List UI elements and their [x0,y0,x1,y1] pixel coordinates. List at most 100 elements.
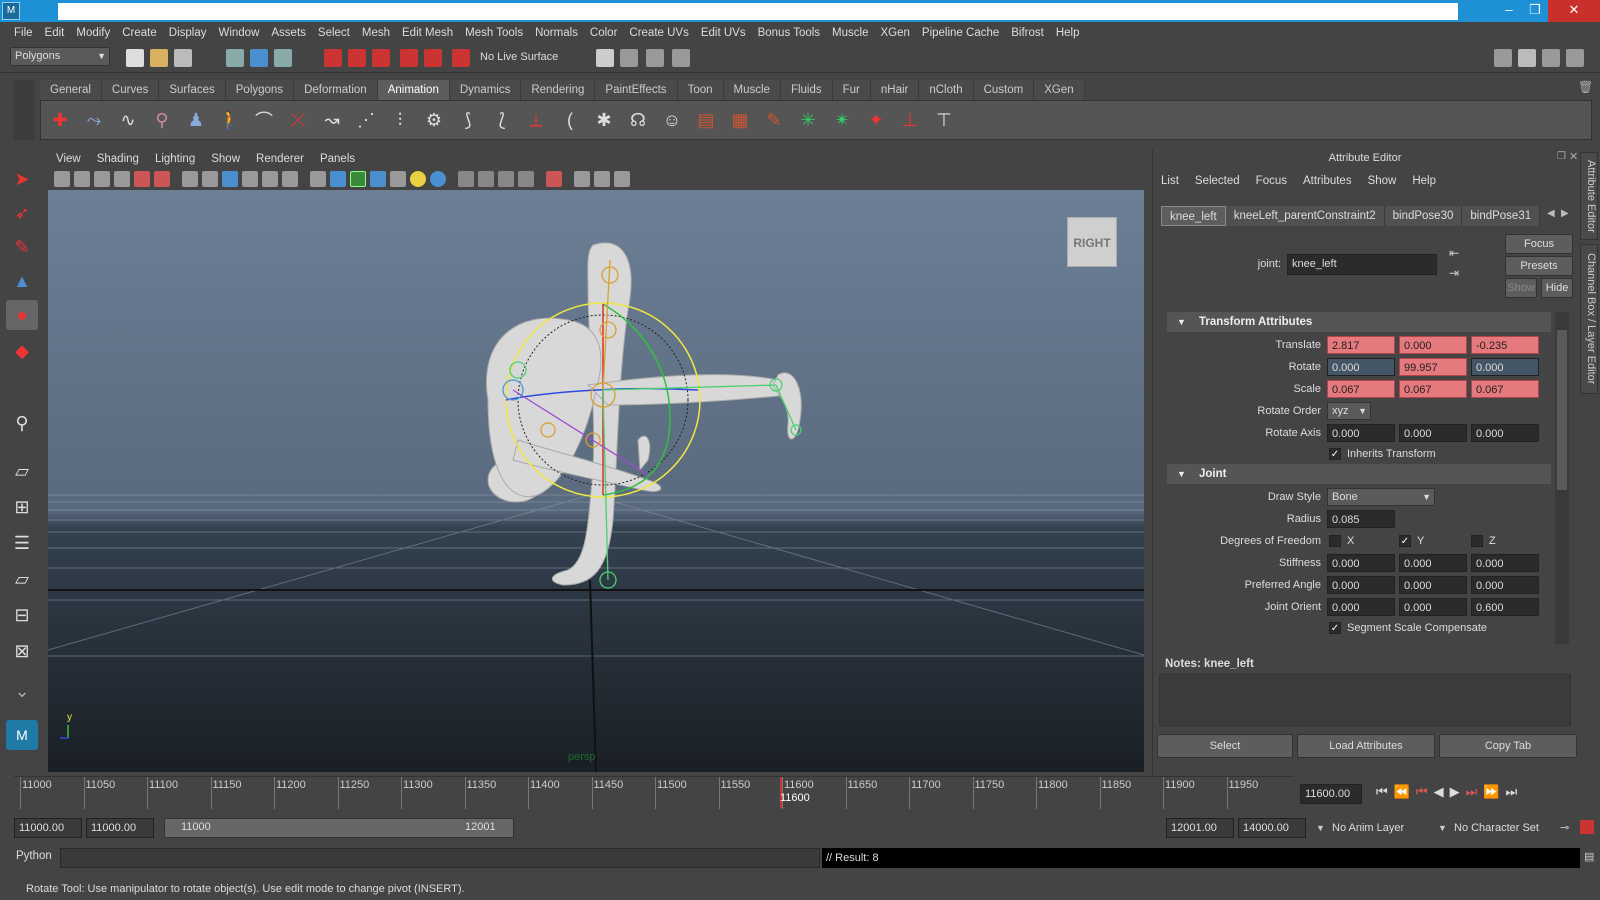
select-button[interactable]: Select [1157,734,1293,758]
snap-surface-icon[interactable] [424,49,442,67]
vp-menu-view[interactable]: View [48,150,89,168]
attribute-editor-toggle-icon[interactable] [1518,49,1536,67]
select-hierarchy-icon[interactable] [226,49,244,67]
menu-display[interactable]: Display [163,27,213,39]
rotate-axis-x-field[interactable]: 0.000 [1327,424,1395,442]
shelf-tab-custom[interactable]: Custom [973,80,1035,100]
menu-bifrost[interactable]: Bifrost [1005,27,1050,39]
camera-select-icon[interactable] [54,171,70,187]
presets-button[interactable]: Presets [1505,256,1573,276]
shelf-tab-rendering[interactable]: Rendering [521,80,596,100]
input-connection-icon[interactable]: ⇤ [1449,246,1459,260]
xray-joints-icon[interactable] [350,171,366,187]
output-connection-icon[interactable]: ⇥ [1449,266,1459,280]
anim-start-field[interactable]: 11000.00 [86,818,154,838]
film-gate-icon[interactable] [154,171,170,187]
isolate-select-icon[interactable] [546,171,562,187]
notes-textarea[interactable] [1159,674,1571,726]
parent-constraint-icon[interactable]: ⊥ [897,105,923,135]
new-scene-icon[interactable] [126,49,144,67]
smooth-shade-icon[interactable] [330,171,346,187]
menu-color[interactable]: Color [584,27,623,39]
joint-tool-icon[interactable]: ⌒ [251,105,277,135]
wireframe-shaded-icon[interactable] [310,171,326,187]
menu-normals[interactable]: Normals [529,27,584,39]
viewport-persp[interactable]: persp y [48,190,1144,772]
preferred-angle-y-field[interactable]: 0.000 [1399,576,1467,594]
joint-section[interactable]: ▼ Joint [1167,464,1551,484]
copy-tab-button[interactable]: Copy Tab [1439,734,1577,758]
motion-blur-icon[interactable] [478,171,494,187]
anti-alias-icon[interactable] [498,171,514,187]
depth-of-field-icon[interactable] [518,171,534,187]
wireframe-icon[interactable] [262,171,278,187]
viewcube[interactable]: RIGHT [1067,217,1117,267]
safe-title-icon[interactable] [242,171,258,187]
tab-scroll-left-icon[interactable]: ◀ [1547,208,1555,219]
preferences-icon[interactable] [1580,820,1594,834]
translate-x-field[interactable]: 2.817 [1327,336,1395,354]
ik-handle-icon[interactable]: ⤳ [81,105,107,135]
bind-skin-icon[interactable]: ⟆ [455,105,481,135]
remove-joint-icon[interactable]: ⋰ [353,105,379,135]
step-back-frame-icon[interactable]: ⏪ [1394,784,1410,804]
resolution-gate-icon[interactable] [202,171,218,187]
select-component-icon[interactable] [274,49,292,67]
shelf-tab-dynamics[interactable]: Dynamics [449,80,522,100]
xray-icon[interactable] [430,171,446,187]
lattice-icon[interactable]: ⟂ [523,105,549,135]
radius-field[interactable]: 0.085 [1327,510,1395,528]
ae-menu-show[interactable]: Show [1360,172,1405,190]
translate-z-field[interactable]: -0.235 [1471,336,1539,354]
aim-constraint-icon[interactable]: ✴ [829,105,855,135]
menu-file[interactable]: File [8,27,39,39]
dof-z-checkbox[interactable] [1471,535,1483,547]
command-input[interactable] [60,848,820,868]
tool-settings-icon[interactable] [1566,49,1584,67]
insert-joint-icon[interactable]: ⤫ [285,105,311,135]
snap-view-icon[interactable] [400,49,418,67]
grease-pencil-icon[interactable] [134,171,150,187]
layout-single-icon[interactable]: ▱ [6,456,38,486]
shadows-icon[interactable] [410,171,426,187]
stiffness-y-field[interactable]: 0.000 [1399,554,1467,572]
rotate-tool-icon[interactable]: ● [6,300,38,330]
layout-icon[interactable] [1494,49,1512,67]
pole-vector-icon[interactable]: ⊤ [931,105,957,135]
ae-menu-attributes[interactable]: Attributes [1295,172,1360,190]
orient-joint-icon[interactable]: ⚙ [421,105,447,135]
scale-x-field[interactable]: 0.067 [1327,380,1395,398]
scale-y-field[interactable]: 0.067 [1399,380,1467,398]
key-icon[interactable]: ⊸ [1560,818,1569,838]
sculpt-icon[interactable]: ▤ [693,105,719,135]
menu-xgen[interactable]: XGen [874,27,915,39]
wire-icon[interactable]: ☺ [659,105,685,135]
play-forwards-icon[interactable]: ▶ [1450,784,1460,804]
snap-point-icon[interactable] [372,49,390,67]
ae-tab-bindpose31[interactable]: bindPose31 [1462,206,1541,226]
layout-graph-icon[interactable]: ▱ [6,564,38,594]
menu-pipeline-cache[interactable]: Pipeline Cache [916,27,1005,39]
shelf-tab-painteffects[interactable]: PaintEffects [595,80,678,100]
menu-assets[interactable]: Assets [265,27,312,39]
blend-shape-icon[interactable]: ✱ [591,105,617,135]
ae-tab-parent-constraint[interactable]: kneeLeft_parentConstraint2 [1225,206,1385,226]
save-scene-icon[interactable] [174,49,192,67]
draw-style-dropdown[interactable]: Bone ▼ [1327,488,1435,506]
vp-menu-renderer[interactable]: Renderer [248,150,312,168]
rotate-axis-y-field[interactable]: 0.000 [1399,424,1467,442]
ambient-occlusion-icon[interactable] [458,171,474,187]
render-view-icon[interactable] [596,49,614,67]
orient-constraint-icon[interactable]: ✦ [863,105,889,135]
rotate-z-field[interactable]: 0.000 [1471,358,1539,376]
preferred-angle-z-field[interactable]: 0.000 [1471,576,1539,594]
detach-skin-icon[interactable]: ⟅ [489,105,515,135]
lasso-tool-icon[interactable]: ➶ [6,198,38,228]
move-tool-icon[interactable]: ▲ [6,266,38,296]
chevron-down-icon[interactable]: ▼ [1316,818,1325,838]
ipr-render-icon[interactable] [646,49,664,67]
vp-menu-shading[interactable]: Shading [89,150,147,168]
float-panel-icon[interactable]: ❐ [1557,151,1566,162]
shelf-tab-surfaces[interactable]: Surfaces [159,80,226,100]
go-to-end-icon[interactable]: ⏭ [1505,784,1517,804]
